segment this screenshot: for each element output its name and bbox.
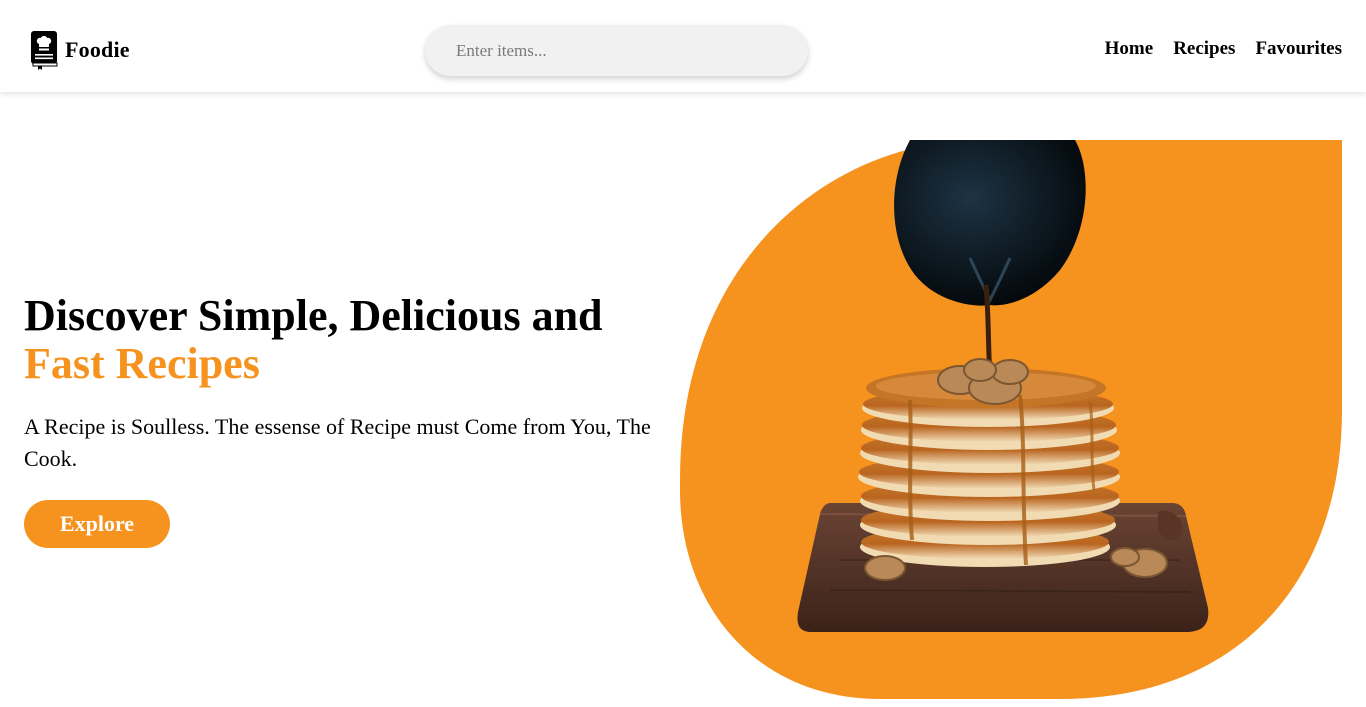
main-nav: Home Recipes Favourites: [1105, 38, 1342, 60]
nav-recipes[interactable]: Recipes: [1173, 38, 1235, 60]
brand-name: Foodie: [65, 37, 130, 62]
hero-title-accent: Fast Recipes: [24, 339, 260, 388]
nav-home[interactable]: Home: [1105, 38, 1154, 60]
hero-image: [680, 140, 1342, 699]
explore-button[interactable]: Explore: [24, 500, 170, 548]
site-header: Foodie Home Recipes Favourites: [0, 0, 1366, 92]
hero-title-line1: Discover Simple, Delicious and: [24, 291, 603, 340]
hero-title: Discover Simple, Delicious and Fast Reci…: [24, 292, 684, 388]
hero-subtitle: A Recipe is Soulless. The essense of Rec…: [24, 414, 651, 471]
pancake-illustration: [680, 140, 1342, 699]
chef-book-icon: [31, 31, 58, 70]
search-bar: [425, 25, 808, 76]
search-input[interactable]: [456, 40, 808, 61]
brand-logo[interactable]: Foodie: [29, 30, 130, 70]
nav-favourites[interactable]: Favourites: [1255, 38, 1342, 60]
